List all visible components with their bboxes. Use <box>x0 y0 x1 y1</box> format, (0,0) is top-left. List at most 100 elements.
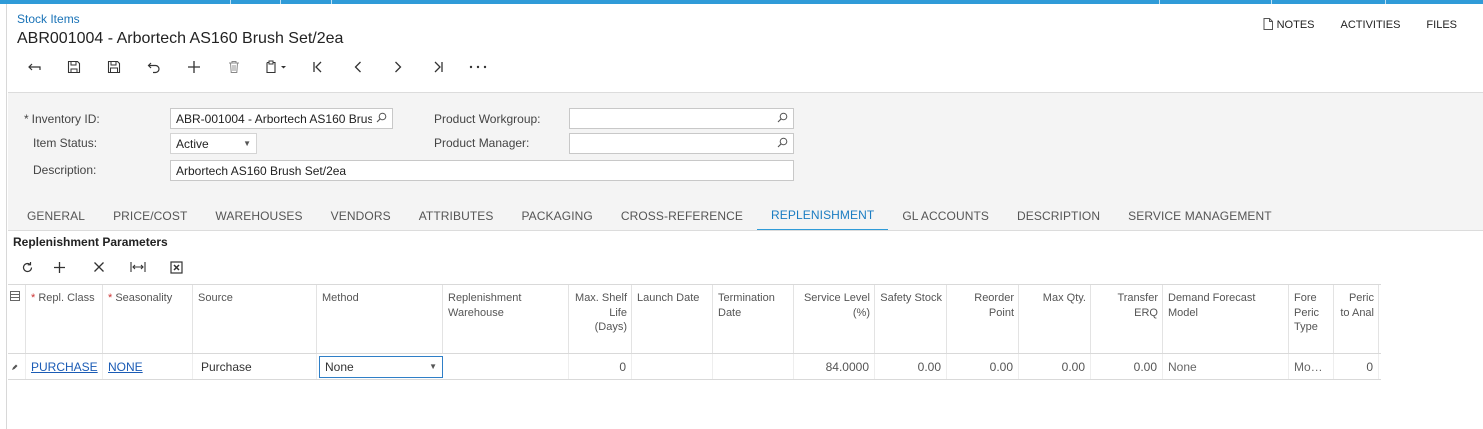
column-method[interactable]: Method <box>317 285 443 353</box>
cell-source[interactable]: Purchase <box>193 354 317 379</box>
tab-bar: GENERAL PRICE/COST WAREHOUSES VENDORS AT… <box>8 200 1286 231</box>
tab-packaging[interactable]: PACKAGING <box>507 200 606 231</box>
grid-header: * Repl. Class * Seasonality Source Metho… <box>8 285 1381 354</box>
item-status-value: Active <box>176 136 209 151</box>
description-field[interactable]: Arbortech AS160 Brush Set/2ea <box>170 160 794 181</box>
tab-vendors[interactable]: VENDORS <box>317 200 405 231</box>
cell-safety-stock[interactable]: 0.00 <box>875 354 947 379</box>
column-safety-stock[interactable]: Safety Stock <box>875 285 947 353</box>
cell-repl-class: PURCHASE <box>26 354 103 379</box>
cell-termination-date[interactable] <box>713 354 794 379</box>
tab-gl-accounts[interactable]: GL ACCOUNTS <box>888 200 1003 231</box>
last-record-button[interactable] <box>418 56 458 78</box>
column-reorder-point[interactable]: Reorder Point <box>947 285 1019 353</box>
tab-price-cost[interactable]: PRICE/COST <box>99 200 201 231</box>
cell-service-level[interactable]: 84.0000 <box>794 354 875 379</box>
undo-button[interactable] <box>134 56 174 78</box>
item-status-label: Item Status: <box>33 136 98 150</box>
more-actions-button[interactable] <box>458 56 498 78</box>
pencil-icon <box>11 360 18 374</box>
column-termination-date[interactable]: Termination Date <box>713 285 794 353</box>
cell-repl-warehouse[interactable] <box>443 354 569 379</box>
repl-class-link[interactable]: PURCHASE <box>31 360 98 374</box>
save-button[interactable] <box>94 56 134 78</box>
cell-launch-date[interactable] <box>632 354 713 379</box>
product-workgroup-field[interactable] <box>569 108 794 129</box>
cell-forecast-period-type[interactable]: Mo… <box>1289 354 1334 379</box>
header-actions: NOTES ACTIVITIES FILES <box>1263 16 1483 34</box>
notes-button[interactable]: NOTES <box>1263 17 1315 33</box>
tab-general[interactable]: GENERAL <box>8 200 99 231</box>
grid-toolbar <box>14 256 196 278</box>
clipboard-button[interactable] <box>254 56 298 78</box>
row-selector-header[interactable] <box>8 285 26 353</box>
column-repl-warehouse[interactable]: Replenishment Warehouse <box>443 285 569 353</box>
files-button[interactable]: FILES <box>1426 19 1457 31</box>
column-periods-to-analyze[interactable]: Peric to Anal <box>1334 285 1379 353</box>
column-launch-date[interactable]: Launch Date <box>632 285 713 353</box>
search-icon[interactable] <box>777 137 788 151</box>
section-title: Replenishment Parameters <box>13 235 168 249</box>
seasonality-link[interactable]: NONE <box>108 360 143 374</box>
delete-button[interactable] <box>214 56 254 78</box>
tab-description[interactable]: DESCRIPTION <box>1003 200 1114 231</box>
chevron-down-icon: ▼ <box>243 139 251 148</box>
tab-divider <box>8 230 1483 231</box>
back-button[interactable] <box>14 56 54 78</box>
column-max-shelf-life[interactable]: Max. Shelf Life (Days) <box>569 285 632 353</box>
top-accent-bar <box>0 0 1483 4</box>
activities-button[interactable]: ACTIVITIES <box>1341 19 1401 31</box>
tab-warehouses[interactable]: WAREHOUSES <box>201 200 316 231</box>
tab-attributes[interactable]: ATTRIBUTES <box>405 200 508 231</box>
refresh-icon <box>21 261 34 274</box>
delete-row-button[interactable] <box>79 256 118 278</box>
cell-transfer-erq[interactable]: 0.00 <box>1091 354 1163 379</box>
column-source[interactable]: Source <box>193 285 317 353</box>
export-excel-button[interactable] <box>157 256 196 278</box>
refresh-button[interactable] <box>14 256 40 278</box>
cell-periods-to-analyze[interactable]: 0 <box>1334 354 1379 379</box>
add-button[interactable] <box>174 56 214 78</box>
column-service-level[interactable]: Service Level (%) <box>794 285 875 353</box>
first-record-button[interactable] <box>298 56 338 78</box>
next-record-button[interactable] <box>378 56 418 78</box>
cell-demand-forecast-model[interactable]: None <box>1163 354 1289 379</box>
column-demand-forecast-model[interactable]: Demand Forecast Model <box>1163 285 1289 353</box>
next-icon <box>393 61 403 73</box>
product-manager-field[interactable] <box>569 133 794 154</box>
add-row-button[interactable] <box>40 256 79 278</box>
cell-reorder-point[interactable]: 0.00 <box>947 354 1019 379</box>
column-forecast-period-type[interactable]: Fore Peric Type <box>1289 285 1334 353</box>
save-close-button[interactable] <box>54 56 94 78</box>
search-icon[interactable] <box>376 112 387 126</box>
fit-columns-button[interactable] <box>118 256 157 278</box>
search-icon[interactable] <box>777 112 788 126</box>
tab-cross-reference[interactable]: CROSS-REFERENCE <box>607 200 757 231</box>
description-value: Arbortech AS160 Brush Set/2ea <box>176 163 347 178</box>
grid-settings-icon <box>10 291 20 304</box>
delete-icon <box>228 60 240 74</box>
column-transfer-erq[interactable]: Transfer ERQ <box>1091 285 1163 353</box>
inventory-id-field[interactable]: ABR-001004 - Arbortech AS160 Brush <box>170 108 393 129</box>
undo-icon <box>147 61 161 74</box>
column-repl-class[interactable]: * Repl. Class <box>26 285 103 353</box>
activities-label: ACTIVITIES <box>1340 19 1401 31</box>
column-max-qty[interactable]: Max Qty. <box>1019 285 1091 353</box>
cell-max-shelf-life[interactable]: 0 <box>569 354 632 379</box>
replenishment-grid: * Repl. Class * Seasonality Source Metho… <box>8 284 1381 380</box>
cell-max-qty[interactable]: 0.00 <box>1019 354 1091 379</box>
item-status-select[interactable]: Active ▼ <box>170 133 257 154</box>
column-seasonality[interactable]: * Seasonality <box>103 285 193 353</box>
previous-record-button[interactable] <box>338 56 378 78</box>
table-row[interactable]: PURCHASE NONE Purchase None ▼ 0 84.0000 … <box>8 354 1381 380</box>
inventory-id-label: * Inventory ID: <box>24 112 100 126</box>
tab-replenishment[interactable]: REPLENISHMENT <box>757 200 889 231</box>
first-icon <box>312 61 324 73</box>
method-select[interactable]: None ▼ <box>319 355 443 378</box>
tab-service-management[interactable]: SERVICE MANAGEMENT <box>1114 200 1286 231</box>
breadcrumb[interactable]: Stock Items <box>17 12 80 26</box>
cell-method: None ▼ <box>317 354 443 379</box>
last-icon <box>432 61 444 73</box>
add-icon <box>187 60 201 74</box>
clipboard-icon <box>265 60 287 74</box>
